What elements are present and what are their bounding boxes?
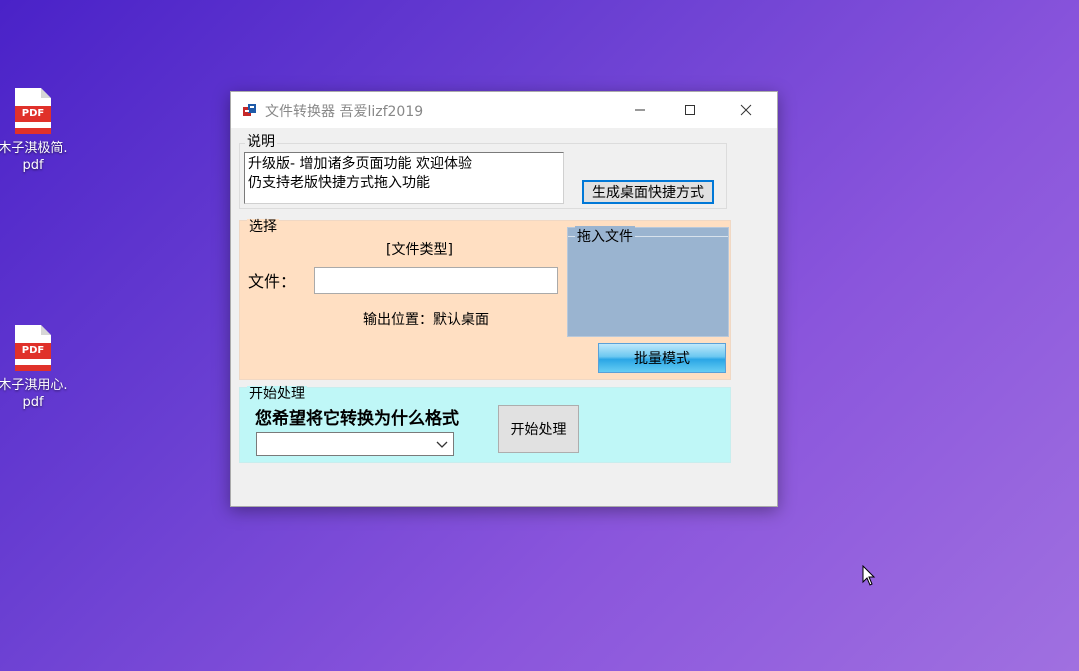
desktop-icon-label: 木子淇极简. pdf bbox=[0, 141, 68, 173]
convert-format-question: 您希望将它转换为什么格式 bbox=[255, 409, 459, 429]
process-group: 开始处理 您希望将它转换为什么格式 开始处理 bbox=[239, 386, 731, 463]
mouse-cursor-icon bbox=[862, 565, 876, 586]
app-window: 文件转换器 吾爱lizf2019 说明 升级版- 增加诸多页面功能 欢迎体验 仍… bbox=[230, 91, 778, 507]
file-type-label: [文件类型] bbox=[386, 242, 453, 258]
minimize-icon bbox=[635, 109, 645, 111]
drop-file-area[interactable]: 拖入文件 bbox=[567, 226, 729, 337]
process-group-title: 开始处理 bbox=[247, 386, 307, 402]
window-client-area: 说明 升级版- 增加诸多页面功能 欢迎体验 仍支持老版快捷方式拖入功能 生成桌面… bbox=[231, 128, 777, 506]
description-group-title: 说明 bbox=[245, 134, 277, 150]
description-textbox[interactable]: 升级版- 增加诸多页面功能 欢迎体验 仍支持老版快捷方式拖入功能 bbox=[244, 152, 564, 204]
description-line-1: 升级版- 增加诸多页面功能 欢迎体验 bbox=[248, 156, 472, 172]
batch-mode-button[interactable]: 批量模式 bbox=[598, 343, 726, 373]
drop-file-title: 拖入文件 bbox=[575, 226, 635, 246]
desktop-icon-pdf-2[interactable]: PDF 木子淇用心. pdf bbox=[0, 325, 76, 411]
select-group: 选择 [文件类型] 文件： 输出位置：默认桌面 拖入文件 批量模式 bbox=[239, 219, 731, 380]
chevron-down-icon bbox=[436, 441, 448, 448]
format-dropdown[interactable] bbox=[256, 432, 454, 456]
pdf-file-icon: PDF bbox=[15, 325, 51, 371]
title-bar[interactable]: 文件转换器 吾爱lizf2019 bbox=[231, 92, 777, 128]
file-label: 文件： bbox=[248, 272, 297, 291]
close-button[interactable] bbox=[723, 92, 769, 128]
output-location-label: 输出位置：默认桌面 bbox=[363, 312, 489, 328]
desktop-icon-label: 木子淇用心. pdf bbox=[0, 378, 68, 410]
maximize-button[interactable] bbox=[667, 92, 713, 128]
maximize-icon bbox=[685, 105, 695, 115]
create-shortcut-button[interactable]: 生成桌面快捷方式 bbox=[582, 180, 714, 204]
desktop-icon-pdf-1[interactable]: PDF 木子淇极简. pdf bbox=[0, 88, 76, 174]
file-path-input[interactable] bbox=[314, 267, 558, 294]
app-icon bbox=[243, 104, 256, 116]
window-title: 文件转换器 吾爱lizf2019 bbox=[265, 104, 424, 120]
start-processing-button[interactable]: 开始处理 bbox=[498, 405, 579, 453]
minimize-button[interactable] bbox=[617, 92, 663, 128]
description-group: 说明 升级版- 增加诸多页面功能 欢迎体验 仍支持老版快捷方式拖入功能 生成桌面… bbox=[239, 134, 727, 209]
close-icon bbox=[740, 104, 752, 116]
description-line-2: 仍支持老版快捷方式拖入功能 bbox=[248, 175, 430, 191]
pdf-file-icon: PDF bbox=[15, 88, 51, 134]
select-group-title: 选择 bbox=[247, 219, 279, 235]
